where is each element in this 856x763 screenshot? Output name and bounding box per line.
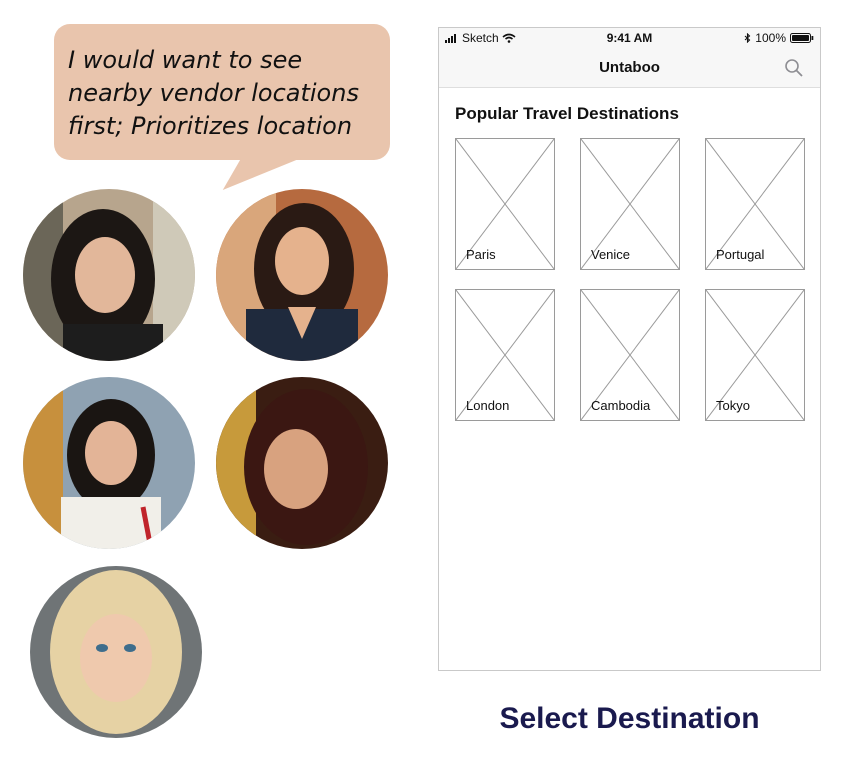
destination-tile-london[interactable]: London xyxy=(455,289,555,421)
avatar-photo-5 xyxy=(30,566,202,738)
destination-label: Venice xyxy=(591,247,631,262)
destination-tile-cambodia[interactable]: Cambodia xyxy=(580,289,680,421)
bubble-line-2: nearby vendor locations xyxy=(68,79,359,107)
battery-icon xyxy=(790,33,814,43)
speech-bubble: I would want to see nearby vendor locati… xyxy=(54,24,390,160)
person-photo-icon xyxy=(216,189,388,361)
bluetooth-icon xyxy=(744,33,751,43)
avatar-photo-4 xyxy=(216,377,388,549)
destination-label: Cambodia xyxy=(591,398,651,413)
destination-label: Portugal xyxy=(716,247,765,262)
destination-label: Paris xyxy=(466,247,496,262)
person-photo-icon xyxy=(30,566,202,738)
person-photo-icon xyxy=(23,189,195,361)
avatar-photo-1 xyxy=(23,189,195,361)
person-photo-icon xyxy=(216,377,388,549)
nav-bar: Untaboo xyxy=(439,48,820,88)
destination-label: Tokyo xyxy=(716,398,750,413)
bubble-line-1: I would want to see xyxy=(68,46,303,74)
destination-label: London xyxy=(466,398,510,413)
destination-tile-portugal[interactable]: Portugal xyxy=(705,138,805,270)
phone-mockup: Sketch 9:41 AM 100% Untaboo Popular Trav… xyxy=(438,27,821,671)
screen-caption: Select Destination xyxy=(499,702,760,735)
status-bar: Sketch 9:41 AM 100% xyxy=(439,28,820,48)
destination-tile-venice[interactable]: Venice xyxy=(580,138,680,270)
search-button[interactable] xyxy=(784,58,804,78)
avatar-photo-3 xyxy=(23,377,195,549)
avatar-photo-2 xyxy=(216,189,388,361)
search-icon xyxy=(785,59,803,77)
destination-tile-tokyo[interactable]: Tokyo xyxy=(705,289,805,421)
app-title: Untaboo xyxy=(599,59,660,76)
destination-tile-paris[interactable]: Paris xyxy=(455,138,555,270)
person-photo-icon xyxy=(23,377,195,549)
section-title: Popular Travel Destinations xyxy=(455,104,679,123)
bubble-line-3: first; Prioritizes location xyxy=(68,112,353,140)
battery-percent: 100% xyxy=(755,31,786,45)
